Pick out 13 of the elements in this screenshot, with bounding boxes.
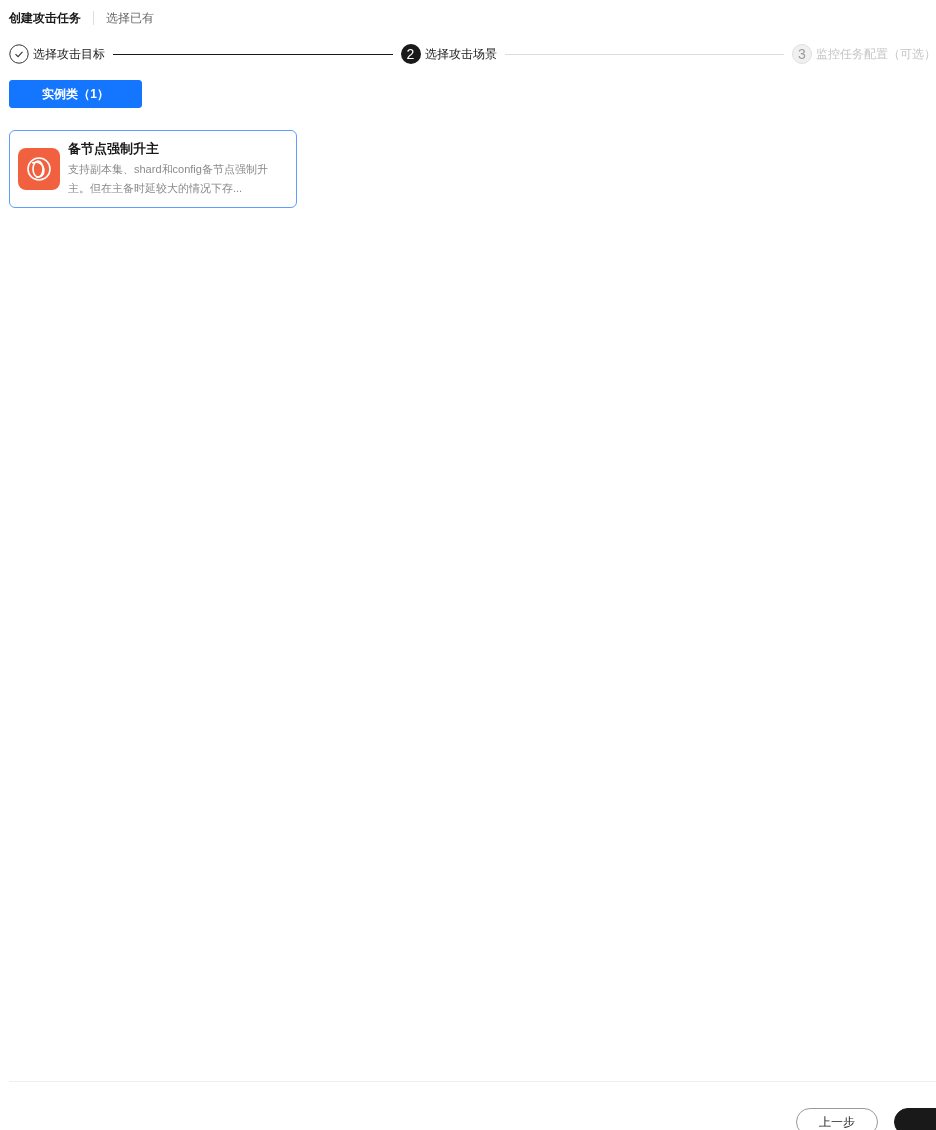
category-tab[interactable]: 实例类（1） [9, 80, 142, 108]
header-tab[interactable]: 选择已有 [106, 9, 154, 27]
check-icon [9, 44, 29, 64]
step-number: 3 [792, 44, 812, 64]
step-number: 2 [400, 44, 421, 64]
header-tab[interactable]: 创建攻击任务 [9, 9, 81, 27]
scenario-title: 备节点强制升主 [68, 140, 160, 158]
step-label: 选择攻击目标 [33, 45, 105, 63]
scenario-card[interactable]: 备节点强制升主 支持副本集、shard和config备节点强制升主。但在主备时延较大的情况下存... [9, 130, 297, 208]
step-label: 选择攻击场景 [424, 45, 497, 63]
swirl-icon [18, 148, 60, 190]
scenario-description: 支持副本集、shard和config备节点强制升主。但在主备时延较大的情况下存... [68, 162, 269, 196]
previous-button[interactable]: 上一步 [796, 1108, 878, 1130]
